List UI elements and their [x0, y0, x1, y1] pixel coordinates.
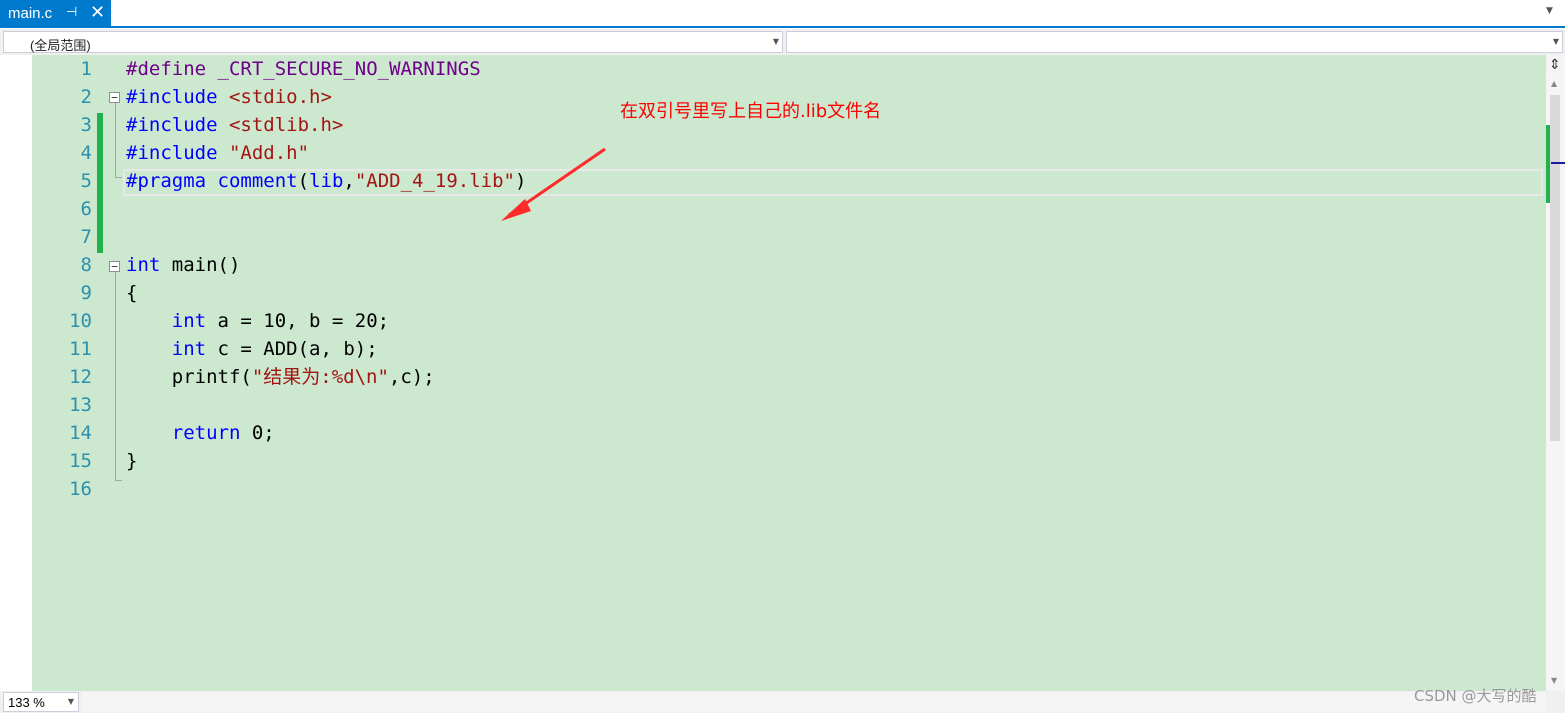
line-number: 3	[80, 114, 92, 136]
line-number: 12	[69, 366, 92, 388]
collapse-icon[interactable]: −	[109, 261, 120, 272]
changed-lines-marker	[97, 113, 103, 253]
line-number: 9	[80, 282, 92, 304]
code-token: a = 10, b = 20;	[206, 310, 390, 332]
code-editor[interactable]: 1 #define _CRT_SECURE_NO_WARNINGS 2 #includ…	[0, 55, 1546, 691]
line-number: 8	[80, 254, 92, 276]
keyword-token: #include	[126, 142, 218, 164]
tab-strip: main.c ⊣ ✕ ▼	[0, 0, 1565, 28]
current-line-highlight	[123, 169, 1543, 196]
line-number: 6	[80, 198, 92, 220]
annotation-text: 在双引号里写上自己的.lib文件名	[620, 101, 882, 122]
code-token: main()	[160, 254, 241, 276]
line-number: 7	[80, 226, 92, 248]
code-token: 0;	[240, 422, 275, 444]
code-line[interactable]: return 0;	[126, 419, 275, 447]
close-icon[interactable]: ✕	[90, 2, 105, 23]
outline-guide-end	[115, 177, 122, 178]
line-number: 10	[69, 310, 92, 332]
scope-dropdown[interactable]: (全局范围) ▼	[3, 31, 783, 53]
scroll-up-icon[interactable]: ▲	[1551, 79, 1557, 88]
line-number: 13	[69, 394, 92, 416]
tab-main-c[interactable]: main.c ⊣ ✕	[0, 0, 111, 28]
outline-guide	[115, 272, 116, 480]
watermark: CSDN @大写的酷	[1414, 687, 1537, 705]
tab-strip-underline	[0, 26, 1565, 28]
collapse-icon[interactable]: −	[109, 92, 120, 103]
string-token: "Add.h"	[228, 142, 310, 164]
scroll-down-icon[interactable]: ▼	[1551, 676, 1557, 685]
code-line[interactable]: {	[126, 279, 137, 307]
keyword-token: int	[126, 254, 161, 276]
code-token: printf(	[126, 366, 252, 388]
annotation-arrowhead	[501, 199, 531, 221]
tab-overflow-dropdown-icon[interactable]: ▼	[1546, 6, 1553, 16]
line-number: 15	[69, 450, 92, 472]
line-number: 5	[80, 170, 92, 192]
string-token: <stdlib.h>	[228, 114, 344, 136]
preprocessor-token: _CRT_SECURE_NO_WARNINGS	[217, 58, 481, 80]
horizontal-scrollbar[interactable]	[82, 692, 1546, 712]
outline-guide	[115, 103, 116, 177]
code-token: c = ADD(a, b);	[206, 338, 378, 360]
keyword-token: return	[171, 422, 241, 444]
code-line[interactable]: printf("结果为:%d\n",c);	[126, 363, 435, 391]
code-token: {	[126, 282, 138, 304]
line-number: 4	[80, 142, 92, 164]
string-token: "结果为:%d\n"	[251, 366, 389, 388]
code-line[interactable]: #include "Add.h"	[126, 139, 309, 167]
line-number: 1	[80, 58, 92, 80]
chevron-down-icon[interactable]: ▼	[1553, 37, 1559, 46]
pin-icon[interactable]: ⊣	[66, 4, 77, 20]
changes-overview-marker	[1546, 125, 1550, 203]
member-dropdown[interactable]: ▼	[786, 31, 1563, 53]
chevron-down-icon[interactable]: ▼	[773, 37, 779, 46]
vertical-scrollbar[interactable]: ⇕ ▲ ▼	[1546, 55, 1565, 691]
code-token: ,c);	[388, 366, 435, 388]
caret-position-marker	[1551, 162, 1565, 164]
keyword-token: #include	[126, 86, 218, 108]
code-line[interactable]: int c = ADD(a, b);	[126, 335, 378, 363]
line-number: 2	[80, 86, 92, 108]
keyword-token: #include	[126, 114, 218, 136]
editor-bottom-bar: 133 % ▼ CSDN @大写的酷	[0, 687, 1565, 713]
annotation-arrow	[501, 147, 606, 221]
preprocessor-token: #define	[126, 58, 207, 80]
line-number: 14	[69, 422, 92, 444]
keyword-token: int	[171, 338, 207, 360]
code-line[interactable]: int main()	[126, 251, 240, 279]
navigation-bar: (全局范围) ▼ ▼	[0, 29, 1565, 55]
outline-guide-end	[115, 480, 122, 481]
code-line[interactable]: }	[126, 447, 137, 475]
line-number: 11	[69, 338, 92, 360]
code-token: }	[126, 450, 138, 472]
zoom-value: 133 %	[8, 695, 45, 710]
tab-title[interactable]: main.c	[8, 5, 52, 22]
scope-value: (全局范围)	[30, 38, 91, 53]
code-line[interactable]: int a = 10, b = 20;	[126, 307, 389, 335]
code-line[interactable]: #define _CRT_SECURE_NO_WARNINGS	[126, 55, 481, 83]
code-line[interactable]: #include <stdlib.h>	[126, 111, 343, 139]
keyword-token: int	[171, 310, 207, 332]
scrollbar-thumb[interactable]	[1550, 95, 1560, 441]
code-line[interactable]: #include <stdio.h>	[126, 83, 332, 111]
line-number: 16	[69, 478, 92, 500]
split-window-icon[interactable]: ⇕	[1549, 57, 1561, 73]
chevron-down-icon[interactable]: ▼	[68, 697, 74, 706]
zoom-dropdown[interactable]: 133 % ▼	[3, 692, 79, 712]
string-token: <stdio.h>	[228, 86, 332, 108]
